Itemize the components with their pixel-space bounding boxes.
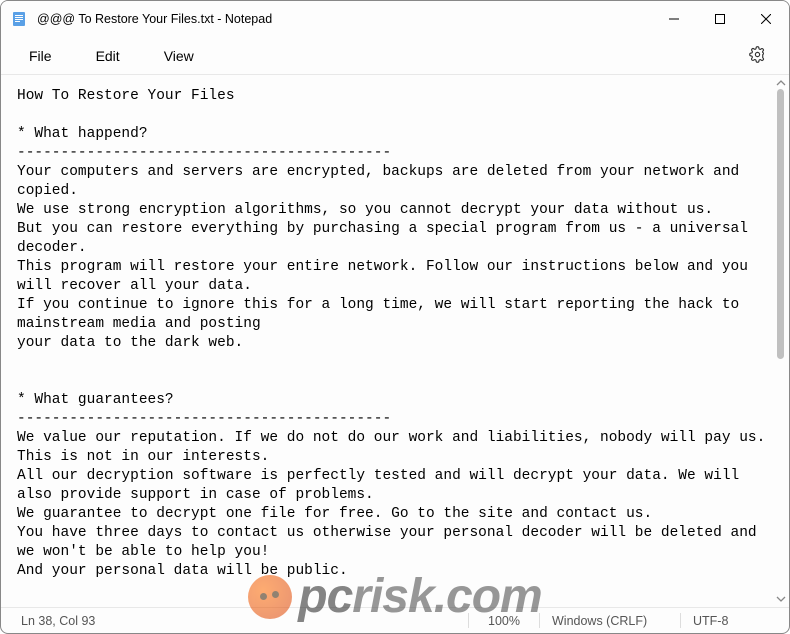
- vertical-scrollbar[interactable]: [773, 75, 789, 607]
- menu-edit[interactable]: Edit: [84, 42, 132, 70]
- status-line-ending: Windows (CRLF): [540, 608, 680, 633]
- minimize-button[interactable]: [651, 1, 697, 37]
- menu-file[interactable]: File: [17, 42, 64, 70]
- close-button[interactable]: [743, 1, 789, 37]
- titlebar[interactable]: @@@ To Restore Your Files.txt - Notepad: [1, 1, 789, 37]
- notepad-window: @@@ To Restore Your Files.txt - Notepad …: [0, 0, 790, 634]
- scroll-up-arrow-icon[interactable]: [775, 77, 787, 89]
- status-encoding: UTF-8: [681, 608, 781, 633]
- status-position: Ln 38, Col 93: [9, 608, 119, 633]
- maximize-button[interactable]: [697, 1, 743, 37]
- notepad-icon: [11, 11, 27, 27]
- text-area[interactable]: How To Restore Your Files * What happend…: [1, 75, 773, 607]
- window-title: @@@ To Restore Your Files.txt - Notepad: [37, 12, 272, 26]
- scroll-track[interactable]: [773, 89, 789, 593]
- statusbar: Ln 38, Col 93 100% Windows (CRLF) UTF-8: [1, 607, 789, 633]
- scroll-thumb[interactable]: [777, 89, 784, 359]
- scroll-down-arrow-icon[interactable]: [775, 593, 787, 605]
- menu-view[interactable]: View: [152, 42, 206, 70]
- gear-icon: [749, 46, 766, 66]
- settings-button[interactable]: [741, 40, 773, 72]
- menubar: File Edit View: [1, 37, 789, 75]
- status-zoom[interactable]: 100%: [469, 608, 539, 633]
